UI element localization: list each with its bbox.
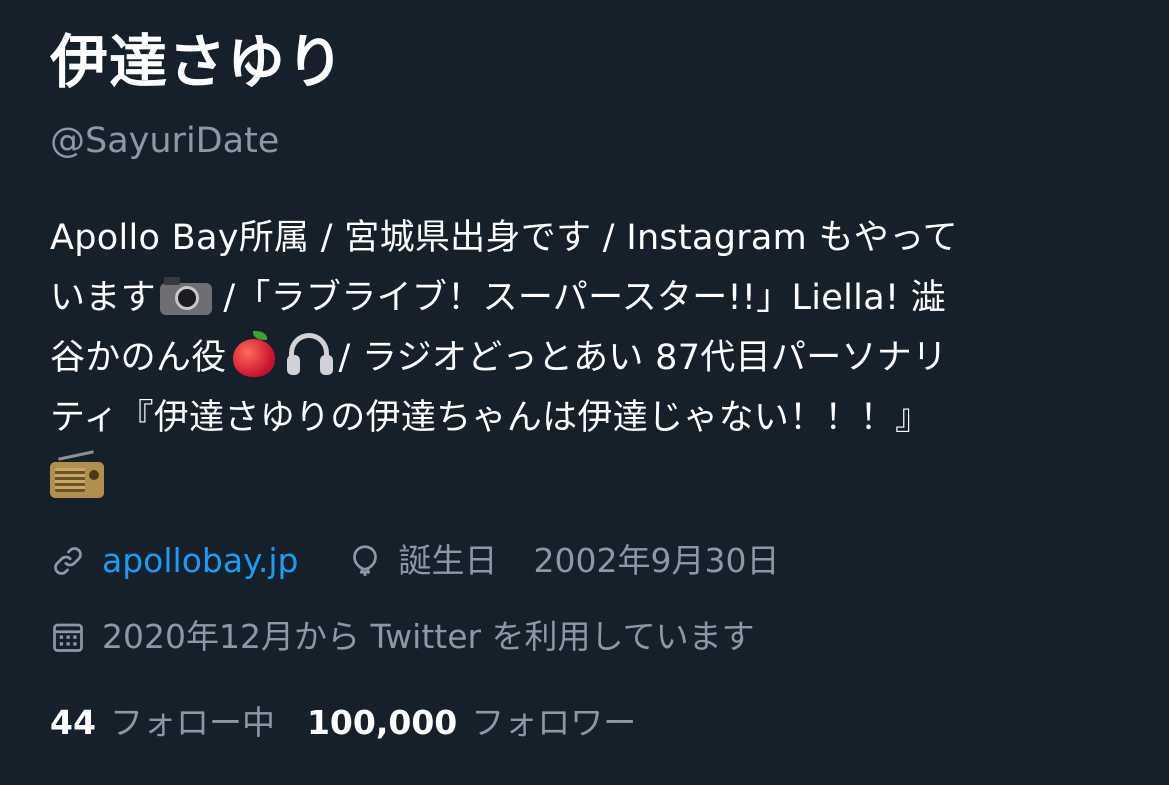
bio-line-2: います /「ラブライブ！スーパースター!!」Liella! 澁 xyxy=(50,268,1125,328)
balloon-icon xyxy=(347,543,383,579)
joined-row: 2020年12月から Twitter を利用しています xyxy=(50,614,1130,660)
camera-emoji xyxy=(158,271,212,317)
followers-count: 100,000 xyxy=(306,703,458,742)
link-icon xyxy=(50,543,86,579)
following-link[interactable]: 44 フォロー中 xyxy=(50,700,275,746)
profile-header: 伊達さゆり @SayuriDate Apollo Bay所属 / 宮城県出身です… xyxy=(50,24,1130,746)
followers-link[interactable]: 100,000 フォロワー xyxy=(307,700,636,746)
bio-text: / ラジオどっとあい 87代目パーソナリ xyxy=(338,338,948,378)
user-handle: @SayuriDate xyxy=(50,121,280,161)
headphones-emoji xyxy=(285,331,337,377)
bio-line-4: ティ『伊達さゆりの伊達ちゃんは伊達じゃない！！！』 xyxy=(50,398,931,438)
birthday-value: 2002年9月30日 xyxy=(533,541,780,580)
display-name: 伊達さゆり xyxy=(50,28,346,96)
follow-stats: 44 フォロー中 100,000 フォロワー xyxy=(50,700,1130,746)
profile-bio: Apollo Bay所属 / 宮城県出身です / Instagram もやって … xyxy=(50,208,1125,498)
radio-emoji xyxy=(50,450,104,498)
following-count: 44 xyxy=(50,703,96,742)
following-label: フォロー中 xyxy=(109,703,275,742)
bio-text: 谷かのん役 xyxy=(50,338,227,378)
followers-label: フォロワー xyxy=(471,703,637,742)
profile-meta-row: apollobay.jp 誕生日 2002年9月30日 xyxy=(50,538,1130,584)
joined-date: 2020年12月から Twitter を利用しています xyxy=(102,617,755,656)
calendar-icon xyxy=(50,619,86,655)
birthday-info: 誕生日 2002年9月30日 xyxy=(347,538,780,584)
bio-text: います xyxy=(50,278,156,318)
birthday-label: 誕生日 xyxy=(398,541,498,580)
bio-text: /「ラブライブ！スーパースター!!」Liella! 澁 xyxy=(211,278,946,318)
bio-line-3: 谷かのん役 / ラジオどっとあい 87代目パーソナリ xyxy=(50,328,1125,388)
bio-line-1: Apollo Bay所属 / 宮城県出身です / Instagram もやって xyxy=(50,218,958,258)
website-link[interactable]: apollobay.jp xyxy=(102,538,299,584)
red-apple-emoji xyxy=(229,331,281,377)
